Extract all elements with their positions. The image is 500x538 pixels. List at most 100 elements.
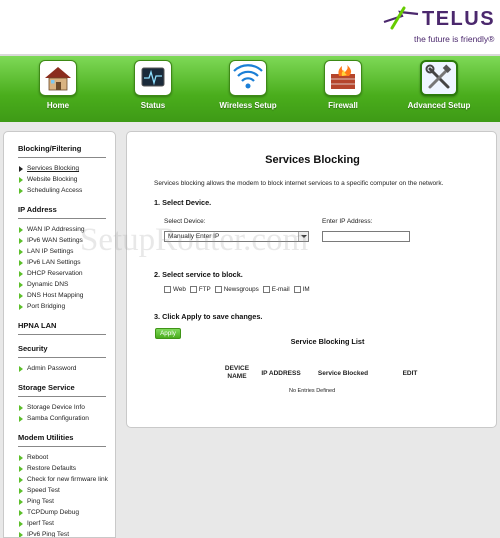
sidebar-item[interactable]: Scheduling Access: [18, 185, 115, 196]
empty-list-message: No Entries Defined: [289, 388, 336, 394]
sidebar-item[interactable]: Storage Device Info: [18, 402, 115, 413]
sidebar-item[interactable]: Ping Test: [18, 496, 115, 507]
nav-firewall[interactable]: Firewall: [303, 60, 383, 122]
sidebar: Blocking/Filtering Services Blocking Websi…: [3, 131, 116, 538]
sidebar-item[interactable]: Admin Password: [18, 363, 115, 374]
im-checkbox[interactable]: [293, 286, 301, 293]
select-device-value: Manually Enter IP: [168, 233, 220, 240]
sidebar-item-label: IPv6 WAN Settings: [27, 237, 83, 244]
sidebar-item[interactable]: Iperf Test: [18, 518, 115, 529]
sidebar-item[interactable]: Dynamic DNS: [18, 279, 115, 290]
telus-logo[interactable]: TELUS the future is friendly®: [382, 6, 494, 46]
column-edit: EDIT: [402, 370, 418, 377]
sidebar-item[interactable]: Check for new firmware link: [18, 474, 115, 485]
sidebar-item[interactable]: Reboot: [18, 452, 115, 463]
sidebar-item-label: LAN IP Settings: [27, 248, 74, 255]
step-apply: 3. Click Apply to save changes.: [154, 312, 263, 321]
ftp-label: FTP: [198, 286, 211, 293]
nav-status[interactable]: Status: [113, 60, 193, 122]
sidebar-divider: [18, 157, 106, 158]
bullet-arrow-icon: [19, 404, 23, 411]
wireless-icon: [229, 60, 267, 96]
sidebar-item[interactable]: WAN IP Addressing: [18, 224, 115, 235]
sidebar-item-label: IPv6 Ping Test: [27, 531, 70, 538]
sidebar-section-title: IP Address: [18, 205, 57, 214]
sidebar-item[interactable]: Services Blocking: [18, 163, 115, 174]
web-label: Web: [173, 286, 186, 293]
service-blocking-list-title: Service Blocking List: [290, 337, 365, 346]
step-select-device: 1. Select Device.: [154, 198, 212, 207]
sidebar-item-label: Storage Device Info: [27, 404, 85, 411]
bullet-arrow-icon: [19, 270, 23, 277]
column-ip-address: IP ADDRESS: [261, 370, 301, 377]
sidebar-divider: [18, 357, 106, 358]
bullet-arrow-icon: [19, 531, 23, 537]
newsgroups-checkbox[interactable]: [214, 286, 222, 293]
nav-label: Firewall: [328, 101, 358, 110]
bullet-arrow-icon: [19, 509, 23, 516]
email-label: E-mail: [271, 286, 290, 293]
ip-address-label: Enter IP Address:: [322, 218, 373, 225]
sidebar-item[interactable]: TCPDump Debug: [18, 507, 115, 518]
bullet-arrow-icon: [19, 487, 23, 494]
telus-logo-icon: [383, 6, 419, 30]
bullet-arrow-icon: [19, 476, 23, 483]
sidebar-item-label: Services Blocking: [27, 165, 80, 172]
nav-label: Home: [46, 101, 70, 110]
sidebar-item[interactable]: LAN IP Settings: [18, 246, 115, 257]
content-panel: Services Blocking Services blocking allo…: [126, 131, 497, 428]
service-checkbox-row: Web FTP Newsgroups E-mail IM: [164, 286, 314, 293]
sidebar-item[interactable]: Port Bridging: [18, 301, 115, 312]
email-checkbox[interactable]: [262, 286, 270, 293]
bullet-arrow-icon: [19, 498, 23, 505]
nav-home[interactable]: Home: [18, 60, 98, 122]
sidebar-section-title: Modem Utilities: [18, 433, 74, 442]
bullet-arrow-icon: [19, 226, 23, 233]
nav-label: Advanced Setup: [407, 101, 471, 110]
sidebar-item[interactable]: DHCP Reservation: [18, 268, 115, 279]
sidebar-item[interactable]: Restore Defaults: [18, 463, 115, 474]
bullet-arrow-icon: [19, 454, 23, 461]
sidebar-item[interactable]: IPv6 LAN Settings: [18, 257, 115, 268]
sidebar-item-label: Port Bridging: [27, 303, 66, 310]
sidebar-item-label: TCPDump Debug: [27, 509, 80, 516]
sidebar-section-title: HPNA LAN: [18, 321, 57, 330]
sidebar-item-label: Website Blocking: [27, 176, 78, 183]
sidebar-item[interactable]: Website Blocking: [18, 174, 115, 185]
sidebar-item-label: Scheduling Access: [27, 187, 83, 194]
sidebar-section-title: Blocking/Filtering: [18, 144, 82, 153]
nav-advanced-setup[interactable]: Advanced Setup: [399, 60, 479, 122]
sidebar-item[interactable]: Speed Test: [18, 485, 115, 496]
sidebar-item-label: Restore Defaults: [27, 465, 77, 472]
sidebar-item-label: Speed Test: [27, 487, 60, 494]
ip-address-input[interactable]: [322, 231, 410, 242]
sidebar-item[interactable]: IPv6 Ping Test: [18, 529, 115, 538]
nav-label: Status: [140, 101, 166, 110]
bullet-arrow-icon: [19, 248, 23, 255]
bullet-arrow-icon: [19, 165, 23, 172]
bullet-arrow-icon: [19, 259, 23, 266]
sidebar-item[interactable]: IPv6 WAN Settings: [18, 235, 115, 246]
sidebar-item-label: IPv6 LAN Settings: [27, 259, 81, 266]
select-device-label: Select Device:: [164, 218, 206, 225]
sidebar-item-label: Dynamic DNS: [27, 281, 69, 288]
bullet-arrow-icon: [19, 237, 23, 244]
sidebar-item[interactable]: Samba Configuration: [18, 413, 115, 424]
sidebar-list: Services Blocking Website Blocking Schedul…: [18, 163, 115, 196]
select-device-dropdown[interactable]: Manually Enter IP: [164, 231, 309, 242]
column-device-name: DEVICE NAME: [224, 365, 250, 380]
bullet-arrow-icon: [19, 176, 23, 183]
sidebar-item-label: Ping Test: [27, 498, 55, 505]
ftp-checkbox[interactable]: [189, 286, 197, 293]
bullet-arrow-icon: [19, 415, 23, 422]
sidebar-item-label: Admin Password: [27, 365, 77, 372]
sidebar-list: Storage Device Info Samba Configuration: [18, 402, 115, 424]
nav-wireless-setup[interactable]: Wireless Setup: [208, 60, 288, 122]
sidebar-item-label: Check for new firmware link: [27, 476, 108, 483]
sidebar-divider: [18, 446, 106, 447]
sidebar-item[interactable]: DNS Host Mapping: [18, 290, 115, 301]
sidebar-item-label: Samba Configuration: [27, 415, 89, 422]
firewall-icon: [324, 60, 362, 96]
bullet-arrow-icon: [19, 465, 23, 472]
web-checkbox[interactable]: [164, 286, 171, 293]
